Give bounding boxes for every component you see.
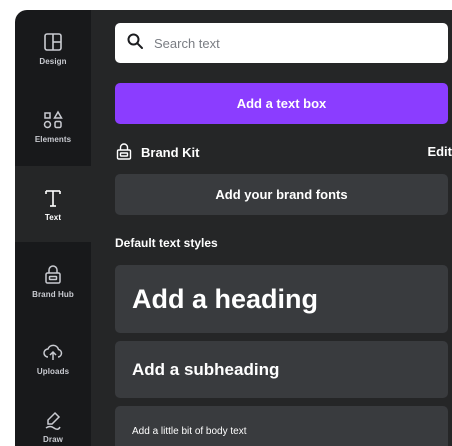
sidebar-item-elements[interactable]: Elements — [15, 86, 91, 166]
text-panel: Add a text box Brand Kit Edit Add your b… — [91, 10, 452, 446]
sidebar-item-text[interactable]: Text — [15, 166, 91, 242]
sidebar-item-label: Draw — [43, 434, 63, 444]
sidebar-item-label: Brand Hub — [32, 289, 74, 299]
text-icon — [42, 187, 64, 209]
elements-icon — [42, 109, 64, 131]
add-brand-fonts-button[interactable]: Add your brand fonts — [115, 174, 448, 215]
sidebar-rail: Design Elements Text Brand Hub Uploads D… — [15, 10, 91, 446]
sidebar-item-design[interactable]: Design — [15, 10, 91, 86]
default-text-styles-title: Default text styles — [115, 236, 218, 250]
sidebar-item-label: Elements — [34, 134, 72, 144]
search-icon — [126, 32, 144, 55]
add-text-box-button[interactable]: Add a text box — [115, 83, 448, 124]
sidebar-item-draw[interactable]: Draw — [15, 396, 91, 446]
sidebar-item-uploads[interactable]: Uploads — [15, 320, 91, 396]
brand-kit-icon — [115, 143, 133, 161]
draw-icon — [42, 409, 64, 431]
search-box[interactable] — [115, 23, 448, 63]
add-subheading-button[interactable]: Add a subheading — [115, 341, 448, 398]
uploads-icon — [42, 341, 64, 363]
sidebar-item-brand-hub[interactable]: Brand Hub — [15, 242, 91, 320]
sidebar-item-label: Uploads — [36, 366, 70, 376]
design-icon — [42, 31, 64, 53]
brand-kit-edit-link[interactable]: Edit — [427, 144, 452, 159]
add-heading-button[interactable]: Add a heading — [115, 265, 448, 333]
text-editor-app: Design Elements Text Brand Hub Uploads D… — [0, 0, 452, 446]
search-input[interactable] — [154, 35, 434, 51]
sidebar-item-label: Text — [44, 212, 62, 222]
brand-kit-label: Brand Kit — [141, 144, 200, 160]
add-body-text-button[interactable]: Add a little bit of body text — [115, 406, 448, 446]
brand-hub-icon — [42, 264, 64, 286]
brand-kit-row: Brand Kit Edit — [115, 142, 452, 162]
sidebar-item-label: Design — [39, 56, 67, 66]
